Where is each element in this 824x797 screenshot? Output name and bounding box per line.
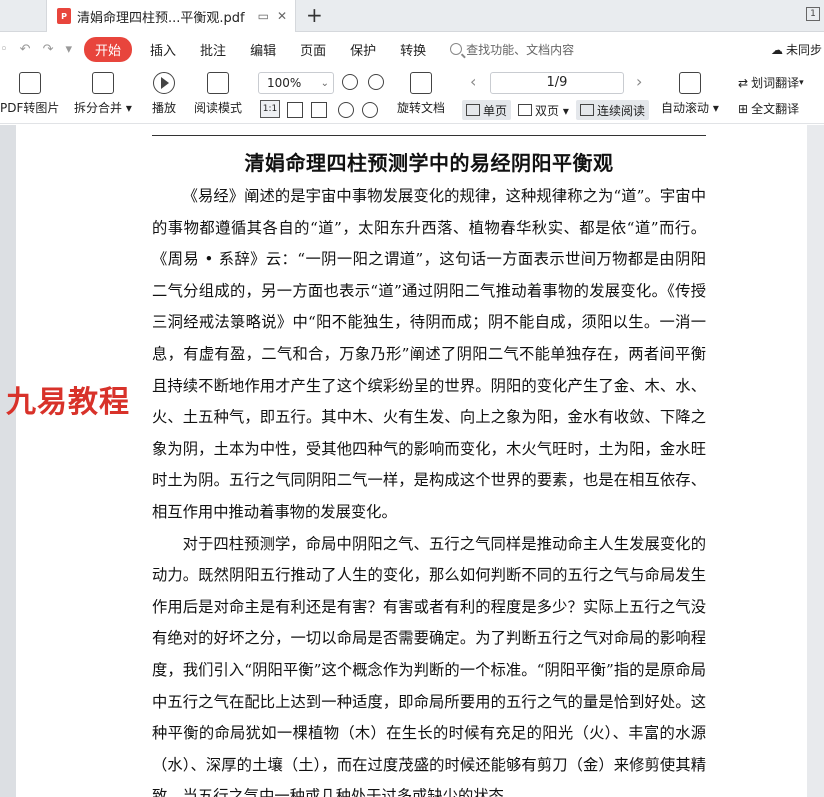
sync-status[interactable]: ☁ 未同步: [771, 41, 822, 58]
next-page-icon[interactable]: ›: [636, 72, 642, 91]
window-control-icon[interactable]: 1: [806, 7, 820, 21]
auto-scroll-button[interactable]: 自动滚动 ▾: [661, 72, 719, 116]
previous-page-icon[interactable]: ‹: [470, 72, 476, 91]
rotate-document-button[interactable]: 旋转文档: [397, 72, 445, 116]
fit-width-icon[interactable]: [311, 102, 327, 118]
single-page-button[interactable]: 单页: [462, 100, 512, 120]
menu-start-tab[interactable]: 开始: [84, 36, 133, 62]
single-page-icon: [466, 104, 480, 116]
zoom-value: 100%: [267, 76, 302, 90]
translate-icon: ⇄: [738, 75, 749, 90]
close-tab-icon[interactable]: ✕: [277, 9, 287, 23]
menu-edit-tab[interactable]: 编辑: [250, 40, 276, 59]
search-input[interactable]: 查找功能、文档内容: [466, 41, 574, 58]
redo-icon[interactable]: ↷: [43, 42, 54, 57]
paragraph-2: 对于四柱预测学，命局中阴阳之气、五行之气同样是推动命主人生发展变化的动力。既然阴…: [152, 534, 706, 797]
quick-access-dropdown-icon[interactable]: ▾: [65, 42, 72, 57]
rotate-document-icon: [410, 72, 432, 94]
word-translate-button[interactable]: ⇄ 划词翻译 ▾: [738, 74, 804, 91]
double-page-label: 双页 ▾: [535, 103, 569, 118]
document-viewer[interactable]: 清娟命理四柱预测学中的易经阴阳平衡观 《易经》阐述的是宇宙中事物发展变化的规律，…: [0, 125, 824, 797]
menu-page-tab[interactable]: 页面: [300, 40, 326, 59]
pdf-page: 清娟命理四柱预测学中的易经阴阳平衡观 《易经》阐述的是宇宙中事物发展变化的规律，…: [16, 125, 807, 797]
cloud-icon: ☁: [770, 42, 783, 57]
book-icon: [207, 72, 229, 94]
image-icon: [18, 72, 41, 94]
split-merge-icon: [91, 72, 114, 94]
split-merge-label: 拆分合并 ▾: [74, 101, 132, 115]
sync-label: 未同步: [785, 43, 822, 57]
page-number-input[interactable]: 1/9: [490, 72, 624, 94]
tab-bar: P 清娟命理四柱预...平衡观.pdf ▭ ✕ + 1: [0, 0, 824, 32]
chevron-down-icon: ⌄: [320, 77, 329, 89]
read-mode-button[interactable]: 阅读模式: [194, 72, 242, 116]
document-body: 《易经》阐述的是宇宙中事物发展变化的规律，这种规律称之为“道”。宇宙中的事物都遵…: [152, 181, 706, 797]
undo-icon[interactable]: ↶: [20, 42, 31, 57]
window-restore-icon[interactable]: ▭: [258, 9, 269, 23]
split-merge-button[interactable]: 拆分合并 ▾: [74, 72, 132, 116]
vertical-scrollbar[interactable]: [807, 125, 824, 797]
rotate-left-icon[interactable]: [338, 102, 354, 118]
zoom-in-icon[interactable]: [368, 74, 384, 90]
double-page-button[interactable]: 双页 ▾: [514, 100, 573, 120]
actual-size-button[interactable]: 1:1: [260, 100, 280, 118]
page-header-rule: [152, 135, 706, 136]
double-page-icon: [518, 104, 532, 116]
document-tab[interactable]: P 清娟命理四柱预...平衡观.pdf ▭ ✕: [46, 0, 296, 32]
menu-insert-tab[interactable]: 插入: [150, 40, 176, 59]
pdf-to-image-button[interactable]: PDF转图片: [0, 72, 59, 116]
auto-scroll-icon: [678, 72, 701, 94]
auto-scroll-label: 自动滚动 ▾: [661, 101, 719, 115]
app-menu-icon[interactable]: ◦: [0, 42, 8, 57]
menu-annotate-tab[interactable]: 批注: [200, 40, 226, 59]
fit-page-icon[interactable]: [287, 102, 303, 118]
menu-convert-tab[interactable]: 转换: [400, 40, 426, 59]
play-icon: [153, 72, 175, 94]
rotate-right-icon[interactable]: [362, 102, 378, 118]
pdf-file-icon: P: [57, 8, 71, 24]
new-tab-icon[interactable]: +: [306, 5, 323, 25]
full-translate-button[interactable]: ⊞ 全文翻译: [738, 100, 799, 117]
play-button[interactable]: 播放: [152, 72, 176, 116]
zoom-out-icon[interactable]: [342, 74, 358, 90]
full-translate-icon: ⊞: [738, 101, 749, 116]
menu-bar: ◦ ↶ ↷ ▾ 开始 插入 批注 编辑 页面 保护 转换 查找功能、文档内容 ☁…: [0, 32, 824, 66]
search-icon[interactable]: [450, 43, 463, 55]
paragraph-1: 《易经》阐述的是宇宙中事物发展变化的规律，这种规律称之为“道”。宇宙中的事物都遵…: [152, 187, 706, 521]
document-title: 清娟命理四柱预测学中的易经阴阳平衡观: [244, 151, 614, 175]
continuous-icon: [580, 104, 594, 116]
zoom-select[interactable]: 100% ⌄: [258, 72, 334, 94]
tab-title: 清娟命理四柱预...平衡观.pdf: [77, 10, 245, 26]
toolbar: PDF转图片 拆分合并 ▾ 播放 阅读模式 100% ⌄ 1:1 旋转文档 ‹ …: [0, 66, 824, 124]
menu-protect-tab[interactable]: 保护: [350, 40, 376, 59]
watermark-text: 九易教程: [6, 385, 130, 420]
continuous-reading-button[interactable]: 连续阅读: [576, 100, 650, 120]
